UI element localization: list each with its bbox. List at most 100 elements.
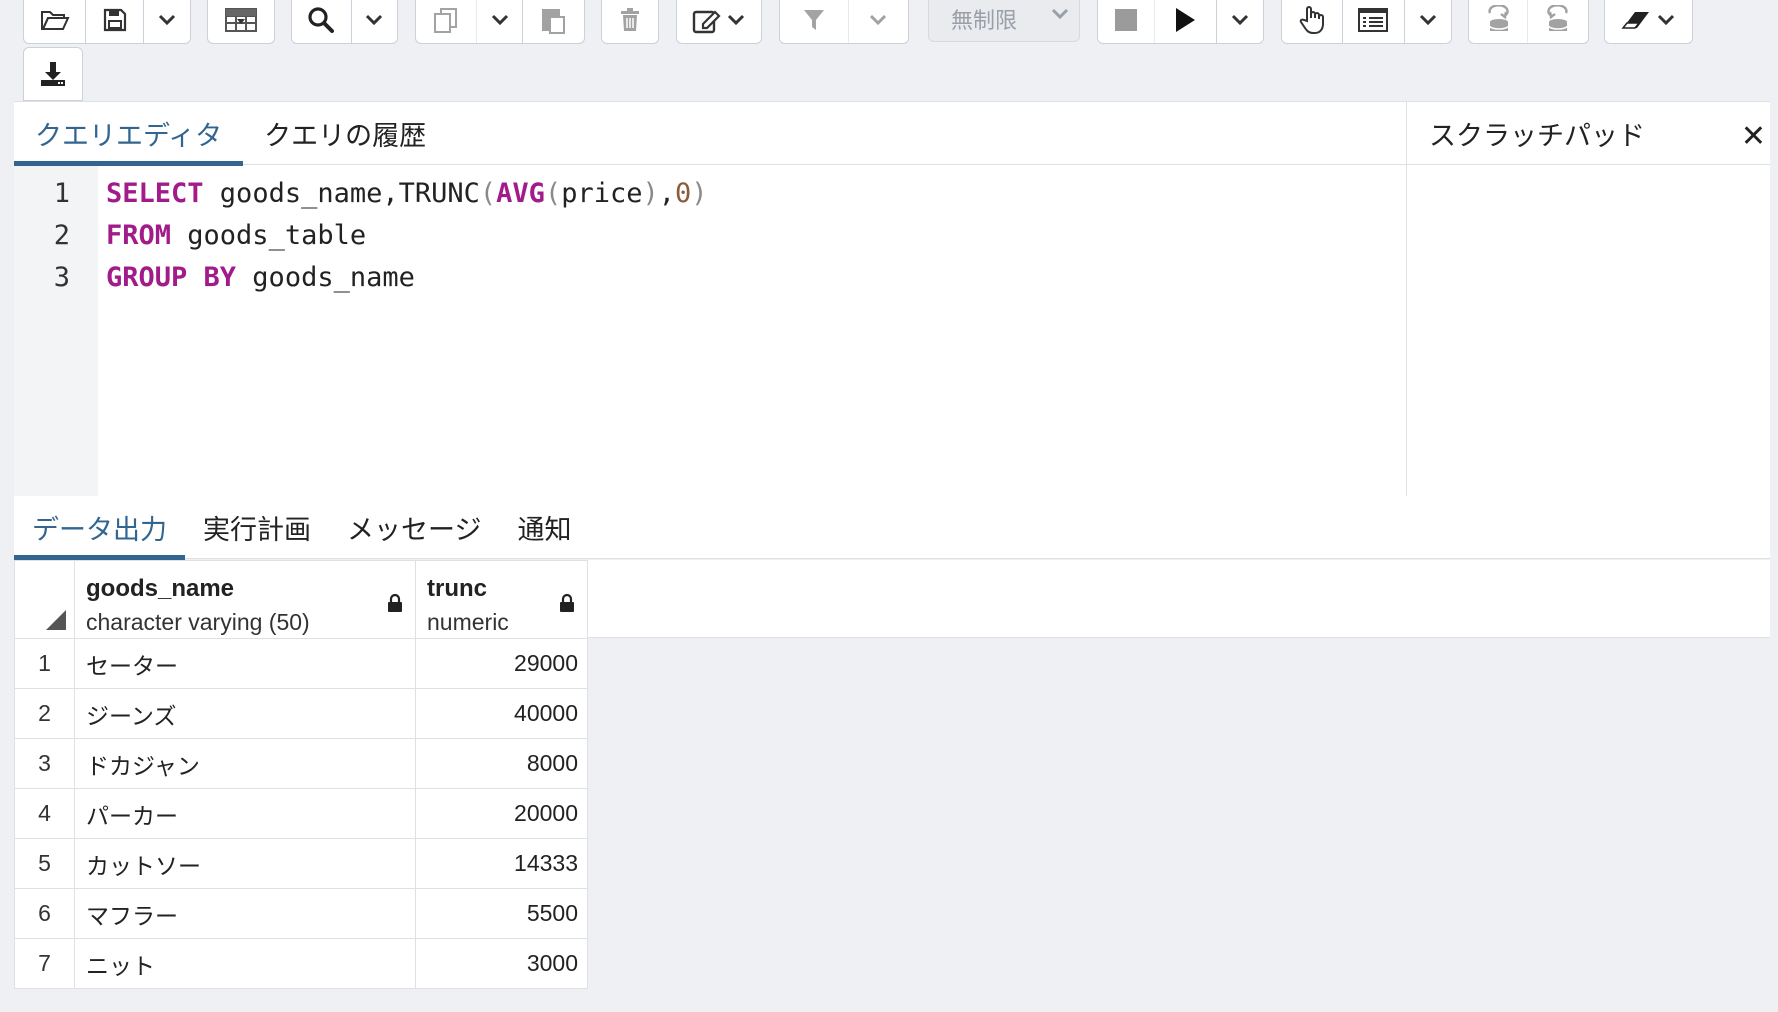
column-header-goods-name[interactable]: goods_name character varying (50) xyxy=(74,560,416,639)
find-button[interactable] xyxy=(292,0,352,43)
row-number[interactable]: 4 xyxy=(14,788,75,839)
search-icon xyxy=(308,6,335,33)
table-row[interactable]: 2 ジーンズ 40000 xyxy=(14,688,588,739)
lock-icon xyxy=(388,593,402,612)
filter-options-dropdown[interactable] xyxy=(849,0,908,43)
row-number[interactable]: 6 xyxy=(14,888,75,939)
cell-goods-name[interactable]: ジーンズ xyxy=(74,688,416,739)
edit-options-dropdown[interactable] xyxy=(677,0,761,43)
table-row[interactable]: 1 セーター 29000 xyxy=(14,638,588,689)
sql-text: goods_table xyxy=(171,220,367,251)
code-area[interactable]: SELECT goods_name,TRUNC(AVG(price),0) FR… xyxy=(98,166,1406,497)
sql-keyword: FROM xyxy=(106,220,172,251)
delete-group xyxy=(601,0,659,44)
row-number[interactable]: 5 xyxy=(14,838,75,889)
table-row[interactable]: 5 カットソー 14333 xyxy=(14,838,588,889)
edit-group xyxy=(676,0,762,44)
explain-button[interactable] xyxy=(1282,0,1344,43)
select-all-corner[interactable] xyxy=(14,560,75,639)
close-icon[interactable]: ✕ xyxy=(1741,119,1766,154)
explain-group xyxy=(1281,0,1452,44)
chevron-down-icon xyxy=(491,14,508,25)
tab-query-editor[interactable]: クエリエディタ xyxy=(14,102,244,166)
tab-data-output[interactable]: データ出力 xyxy=(14,496,185,560)
execute-group xyxy=(1097,0,1264,44)
clear-options-dropdown[interactable] xyxy=(1605,0,1692,43)
scratchpad-textarea[interactable] xyxy=(1407,165,1778,496)
list-icon xyxy=(1358,7,1389,32)
result-grid: goods_name character varying (50) trunc … xyxy=(14,560,588,989)
table-row[interactable]: 3 ドカジャン 8000 xyxy=(14,738,588,789)
transaction-group xyxy=(1468,0,1589,44)
row-number[interactable]: 3 xyxy=(14,738,75,789)
tab-notifications[interactable]: 通知 xyxy=(499,496,589,559)
output-panel: データ出力 実行計画 メッセージ 通知 goods_name character… xyxy=(14,496,1778,1012)
row-number[interactable]: 2 xyxy=(14,688,75,739)
paste-button[interactable] xyxy=(523,0,584,43)
hand-pointer-icon xyxy=(1299,5,1325,34)
copy-button[interactable] xyxy=(416,0,478,43)
row-limit-select[interactable]: 無制限 xyxy=(928,0,1080,42)
cell-trunc[interactable]: 29000 xyxy=(415,638,588,689)
find-group xyxy=(291,0,398,44)
save-file-button[interactable] xyxy=(86,0,144,43)
database-commit-icon xyxy=(1488,4,1509,31)
cell-trunc[interactable]: 40000 xyxy=(415,688,588,739)
open-file-button[interactable] xyxy=(24,0,86,43)
row-number[interactable]: 1 xyxy=(14,638,75,689)
tab-query-history[interactable]: クエリの履歴 xyxy=(243,102,447,165)
table-row[interactable]: 7 ニット 3000 xyxy=(14,938,588,989)
code-line-2: FROM goods_table xyxy=(106,220,366,251)
find-options-dropdown[interactable] xyxy=(352,0,397,43)
cell-trunc[interactable]: 3000 xyxy=(415,938,588,989)
chevron-down-icon xyxy=(870,14,887,25)
line-number: 2 xyxy=(53,220,70,251)
tab-messages[interactable]: メッセージ xyxy=(329,496,499,559)
rollback-button[interactable] xyxy=(1528,0,1588,43)
cell-trunc[interactable]: 5500 xyxy=(415,888,588,939)
delete-rows-button[interactable] xyxy=(602,0,658,43)
database-rollback-icon xyxy=(1547,4,1568,31)
sql-keyword: GROUP BY xyxy=(106,262,237,293)
cell-goods-name[interactable]: ドカジャン xyxy=(74,738,416,789)
pgadmin-query-tool: 無制限 クエリエディタ クエリの履歴 1 2 3 SELECT goods_na… xyxy=(0,0,1778,1012)
execute-button[interactable] xyxy=(1155,0,1217,43)
row-number[interactable]: 7 xyxy=(14,938,75,989)
stop-button[interactable] xyxy=(1098,0,1156,43)
copy-options-dropdown[interactable] xyxy=(477,0,523,43)
cell-goods-name[interactable]: セーター xyxy=(74,638,416,689)
cell-trunc[interactable]: 8000 xyxy=(415,738,588,789)
cell-goods-name[interactable]: パーカー xyxy=(74,788,416,839)
download-csv-button[interactable] xyxy=(23,47,83,101)
chevron-down-icon xyxy=(366,14,383,25)
cell-trunc[interactable]: 20000 xyxy=(415,788,588,839)
table-edit-icon xyxy=(225,7,257,32)
edit-grid-group xyxy=(207,0,275,44)
cell-goods-name[interactable]: マフラー xyxy=(74,888,416,939)
edit-grid-button[interactable] xyxy=(208,0,274,43)
column-type: numeric xyxy=(427,609,509,635)
cell-trunc[interactable]: 14333 xyxy=(415,838,588,889)
explain-options-dropdown[interactable] xyxy=(1405,0,1451,43)
lock-icon xyxy=(560,593,574,612)
tab-explain[interactable]: 実行計画 xyxy=(185,496,329,559)
folder-open-icon xyxy=(40,10,70,30)
clear-group xyxy=(1604,0,1693,44)
sql-text: price xyxy=(561,178,643,209)
column-header-trunc[interactable]: trunc numeric xyxy=(415,560,588,639)
corner-triangle-icon xyxy=(46,610,66,630)
cell-goods-name[interactable]: ニット xyxy=(74,938,416,989)
sql-paren: ( xyxy=(479,178,497,209)
chevron-down-icon xyxy=(1419,14,1436,25)
save-options-dropdown[interactable] xyxy=(144,0,190,43)
table-row[interactable]: 6 マフラー 5500 xyxy=(14,888,588,939)
explain-analyze-button[interactable] xyxy=(1343,0,1405,43)
file-button-group xyxy=(23,0,191,44)
filter-button[interactable] xyxy=(780,0,849,43)
trash-icon xyxy=(621,7,639,31)
commit-button[interactable] xyxy=(1469,0,1529,43)
execute-options-dropdown[interactable] xyxy=(1217,0,1263,43)
filter-group xyxy=(779,0,909,44)
table-row[interactable]: 4 パーカー 20000 xyxy=(14,788,588,839)
cell-goods-name[interactable]: カットソー xyxy=(74,838,416,889)
